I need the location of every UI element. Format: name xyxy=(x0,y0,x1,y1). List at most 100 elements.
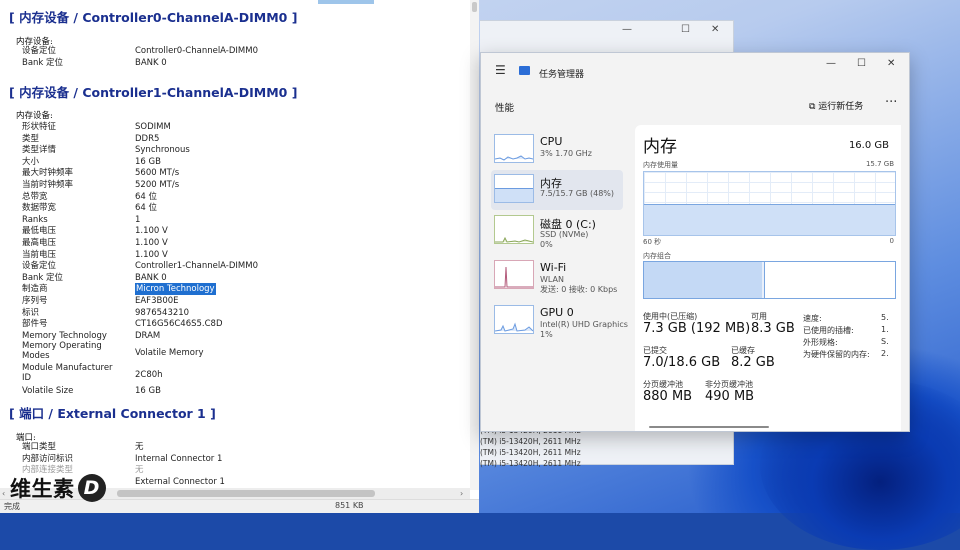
property-value: 5200 MT/s xyxy=(135,180,180,190)
spec-label: 外形规格: xyxy=(803,338,838,347)
minimize-icon[interactable]: — xyxy=(826,58,836,69)
property-key: 标识 xyxy=(22,307,40,318)
property-key: 制造商 xyxy=(22,284,48,295)
property-value: 2C80h xyxy=(135,370,163,381)
time-range-label: 60 秒 xyxy=(643,238,662,246)
window-scroll-indicator[interactable] xyxy=(649,426,769,428)
property-key: Ranks xyxy=(22,214,48,225)
property-value: DDR5 xyxy=(135,133,160,144)
property-value: 64 位 xyxy=(135,191,158,202)
spec-value: 2. xyxy=(881,349,889,358)
task-manager-window[interactable]: ☰ 任务管理器 — ☐ ✕ 性能 ⧉ 运行新任务 ··· CPU 3% 1.70… xyxy=(480,52,910,432)
menu-icon[interactable]: ☰ xyxy=(495,63,506,77)
property-row: 设备定位 Controller0-ChannelA-DIMM0 xyxy=(22,45,472,57)
property-key: Bank 定位 xyxy=(22,58,64,68)
sidebar-item-memory[interactable]: 内存 7.5/15.7 GB (48%) xyxy=(491,170,623,210)
property-key: 最高电压 xyxy=(22,238,57,248)
section-title: [ 端口 / External Connector 1 ] xyxy=(9,406,216,421)
property-value: 16 GB xyxy=(135,386,161,397)
property-value: Synchronous xyxy=(135,145,190,156)
close-icon[interactable]: ✕ xyxy=(711,24,719,35)
stat-value: 8.2 GB xyxy=(731,355,775,370)
usage-max: 15.7 GB xyxy=(865,160,894,168)
sidebar-item-detail: Intel(R) UHD Graphics 1% xyxy=(540,320,628,339)
property-row: 形状特征 SODIMM xyxy=(22,121,472,133)
property-key: Memory Operating Modes xyxy=(22,341,102,362)
spec-value: 1. xyxy=(881,325,889,334)
property-value: 1.100 V xyxy=(135,238,168,248)
sidebar-item-label: CPU xyxy=(540,135,563,148)
property-value: 64 位 xyxy=(135,203,158,214)
scroll-right-icon[interactable]: › xyxy=(460,488,463,499)
toolbar-button-edge[interactable] xyxy=(318,0,374,4)
property-row: 当前时钟频率 5200 MT/s xyxy=(22,179,472,191)
spec-value: S. xyxy=(881,337,889,346)
section-title: [ 内存设备 / Controller1-ChannelA-DIMM0 ] xyxy=(9,85,298,100)
memory-capacity: 16.0 GB xyxy=(848,140,889,151)
sidebar-item-detail: SSD (NVMe) 0% xyxy=(540,230,589,249)
sidebar-item-wifi[interactable]: Wi-Fi WLAN 发送: 0 接收: 0 Kbps xyxy=(491,256,623,296)
sidebar-item-label: GPU 0 xyxy=(540,306,574,319)
property-key: 数据带宽 xyxy=(22,203,57,214)
property-key: 类型 xyxy=(22,133,40,144)
sidebar-item-disk[interactable]: 磁盘 0 (C:) SSD (NVMe) 0% xyxy=(491,211,623,251)
property-key: 端口类型 xyxy=(22,442,57,452)
memory-detail-panel: 内存 16.0 GB 内存使用量 15.7 GB 60 秒 0 内存组合 使用中… xyxy=(635,125,901,431)
maximize-icon[interactable]: ☐ xyxy=(681,24,690,35)
property-row: 设备定位 Controller1-ChannelA-DIMM0 xyxy=(22,260,472,272)
property-row: Memory Technology DRAM xyxy=(22,330,472,342)
property-key: 当前电压 xyxy=(22,249,57,260)
stat-value: 7.0/18.6 GB xyxy=(643,355,721,370)
sidebar-item-detail: WLAN 发送: 0 接收: 0 Kbps xyxy=(540,275,618,294)
property-value: 无 xyxy=(135,442,144,452)
property-key: 内部访问标识 xyxy=(22,453,74,464)
spec-value: 5. xyxy=(881,313,889,322)
property-value: DRAM xyxy=(135,330,161,341)
property-row: Bank 定位 BANK 0 xyxy=(22,57,472,69)
property-key: Module Manufacturer ID xyxy=(22,363,113,384)
property-value: SODIMM xyxy=(135,122,171,132)
status-file-size: 851 KB xyxy=(335,501,364,510)
property-row: 类型 DDR5 xyxy=(22,133,472,145)
property-value: 9876543210 xyxy=(135,307,190,318)
panel-heading: 内存 xyxy=(643,137,677,157)
run-new-task-button[interactable]: ⧉ 运行新任务 xyxy=(809,99,863,112)
property-value: Controller1-ChannelA-DIMM0 xyxy=(135,261,259,272)
watermark-logo: 维生素 D xyxy=(10,473,106,503)
property-key: 设备定位 xyxy=(22,46,57,56)
memory-composition-bar xyxy=(643,261,896,299)
property-row: 最高电压 1.100 V xyxy=(22,237,472,249)
spec-label: 为硬件保留的内存: xyxy=(803,350,870,359)
property-value: BANK 0 xyxy=(135,58,167,68)
property-key: 部件号 xyxy=(22,319,48,330)
property-row: Volatile Size 16 GB xyxy=(22,385,472,397)
close-icon[interactable]: ✕ xyxy=(887,58,895,69)
cpu-line: (TM) i5-13420H, 2611 MHz xyxy=(480,437,581,446)
property-value: Micron Technology xyxy=(135,283,216,296)
stat-value: 490 MB xyxy=(705,389,755,404)
property-value: Volatile Memory xyxy=(135,348,204,359)
property-value: BANK 0 xyxy=(135,272,167,283)
sidebar-item-gpu[interactable]: GPU 0 Intel(R) UHD Graphics 1% xyxy=(491,301,628,341)
property-row: 大小 16 GB xyxy=(22,156,472,168)
memory-usage-fill xyxy=(644,203,895,235)
property-row: 序列号 EAF3B00E xyxy=(22,295,472,307)
property-row: 内部访问标识 Internal Connector 1 xyxy=(22,453,472,465)
memory-thumbnail xyxy=(494,174,534,203)
property-row: 总带宽 64 位 xyxy=(22,191,472,203)
property-value: 无 xyxy=(135,465,144,476)
maximize-icon[interactable]: ☐ xyxy=(857,58,866,69)
vertical-scrollbar[interactable] xyxy=(470,0,479,490)
property-value: Internal Connector 1 xyxy=(135,453,223,464)
more-options-icon[interactable]: ··· xyxy=(885,95,897,110)
property-key: 大小 xyxy=(22,156,40,167)
minimize-icon[interactable]: — xyxy=(622,24,632,35)
property-key: 当前时钟频率 xyxy=(22,180,74,190)
disk-thumbnail xyxy=(494,215,534,244)
sidebar-item-cpu[interactable]: CPU 3% 1.70 GHz xyxy=(491,130,623,170)
property-value: 1 xyxy=(135,214,141,225)
spec-label: 速度: xyxy=(803,314,822,323)
property-value: 1.100 V xyxy=(135,249,168,260)
scroll-left-icon[interactable]: ‹ xyxy=(2,488,5,499)
property-row: Module Manufacturer ID 2C80h xyxy=(22,363,472,385)
